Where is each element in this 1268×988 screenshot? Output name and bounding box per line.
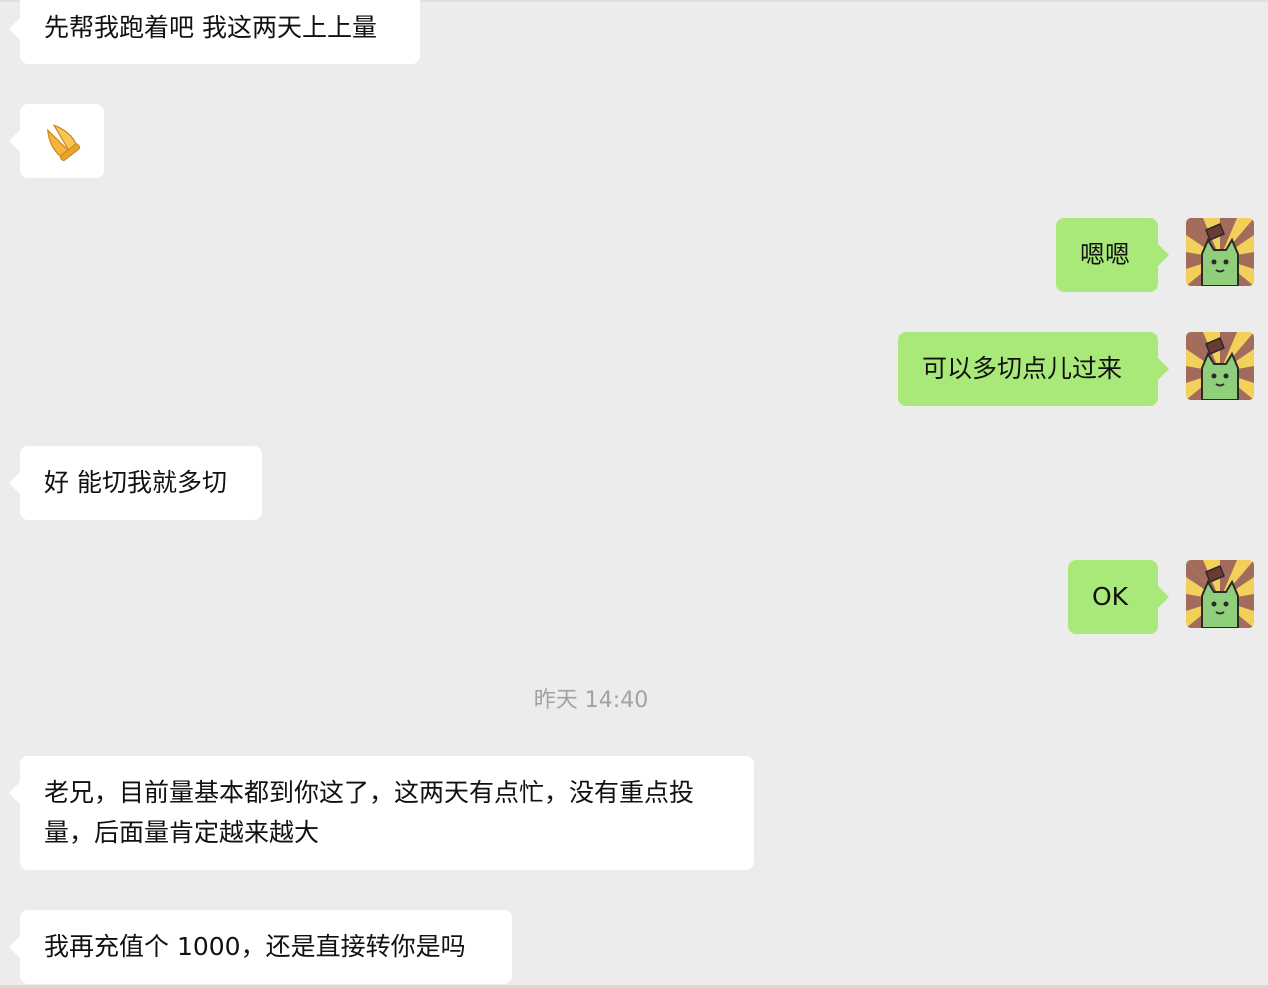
message-bubble-incoming[interactable]: 我再充值个 1000，还是直接转你是吗 xyxy=(9,910,512,984)
message-text: 老兄，目前量基本都到你这了，这两天有点忙，没有重点投量，后面量肯定越来越大 xyxy=(44,778,695,847)
message-text: 嗯嗯 xyxy=(1080,240,1131,269)
cat-avatar-icon xyxy=(1186,218,1254,286)
message-bubble-outgoing[interactable]: 嗯嗯 xyxy=(1056,218,1169,292)
message-text: 好 能切我就多切 xyxy=(44,468,227,497)
message-text: 我再充值个 1000，还是直接转你是吗 xyxy=(44,932,466,961)
message-bubble-incoming[interactable]: 好 能切我就多切 xyxy=(9,446,262,520)
message-bubble-outgoing[interactable]: 可以多切点儿过来 xyxy=(898,332,1169,406)
avatar[interactable] xyxy=(1186,560,1254,628)
avatar[interactable] xyxy=(1186,332,1254,400)
avatar[interactable] xyxy=(1186,218,1254,286)
message-text: 先帮我跑着吧 我这两天上上量 xyxy=(44,13,377,42)
chat-timestamp: 昨天 14:40 xyxy=(533,688,649,713)
message-bubble-incoming[interactable]: 老兄，目前量基本都到你这了，这两天有点忙，没有重点投量，后面量肯定越来越大 xyxy=(9,756,754,870)
cat-avatar-icon xyxy=(1186,560,1254,628)
pray-hands-icon xyxy=(46,124,81,162)
message-text: 可以多切点儿过来 xyxy=(922,354,1123,383)
cat-avatar-icon xyxy=(1186,332,1254,400)
message-text: OK xyxy=(1092,582,1129,611)
message-bubble-incoming[interactable] xyxy=(9,104,104,178)
message-bubble-outgoing[interactable]: OK xyxy=(1068,560,1169,634)
message-bubble-incoming[interactable]: 先帮我跑着吧 我这两天上上量 xyxy=(9,0,420,64)
